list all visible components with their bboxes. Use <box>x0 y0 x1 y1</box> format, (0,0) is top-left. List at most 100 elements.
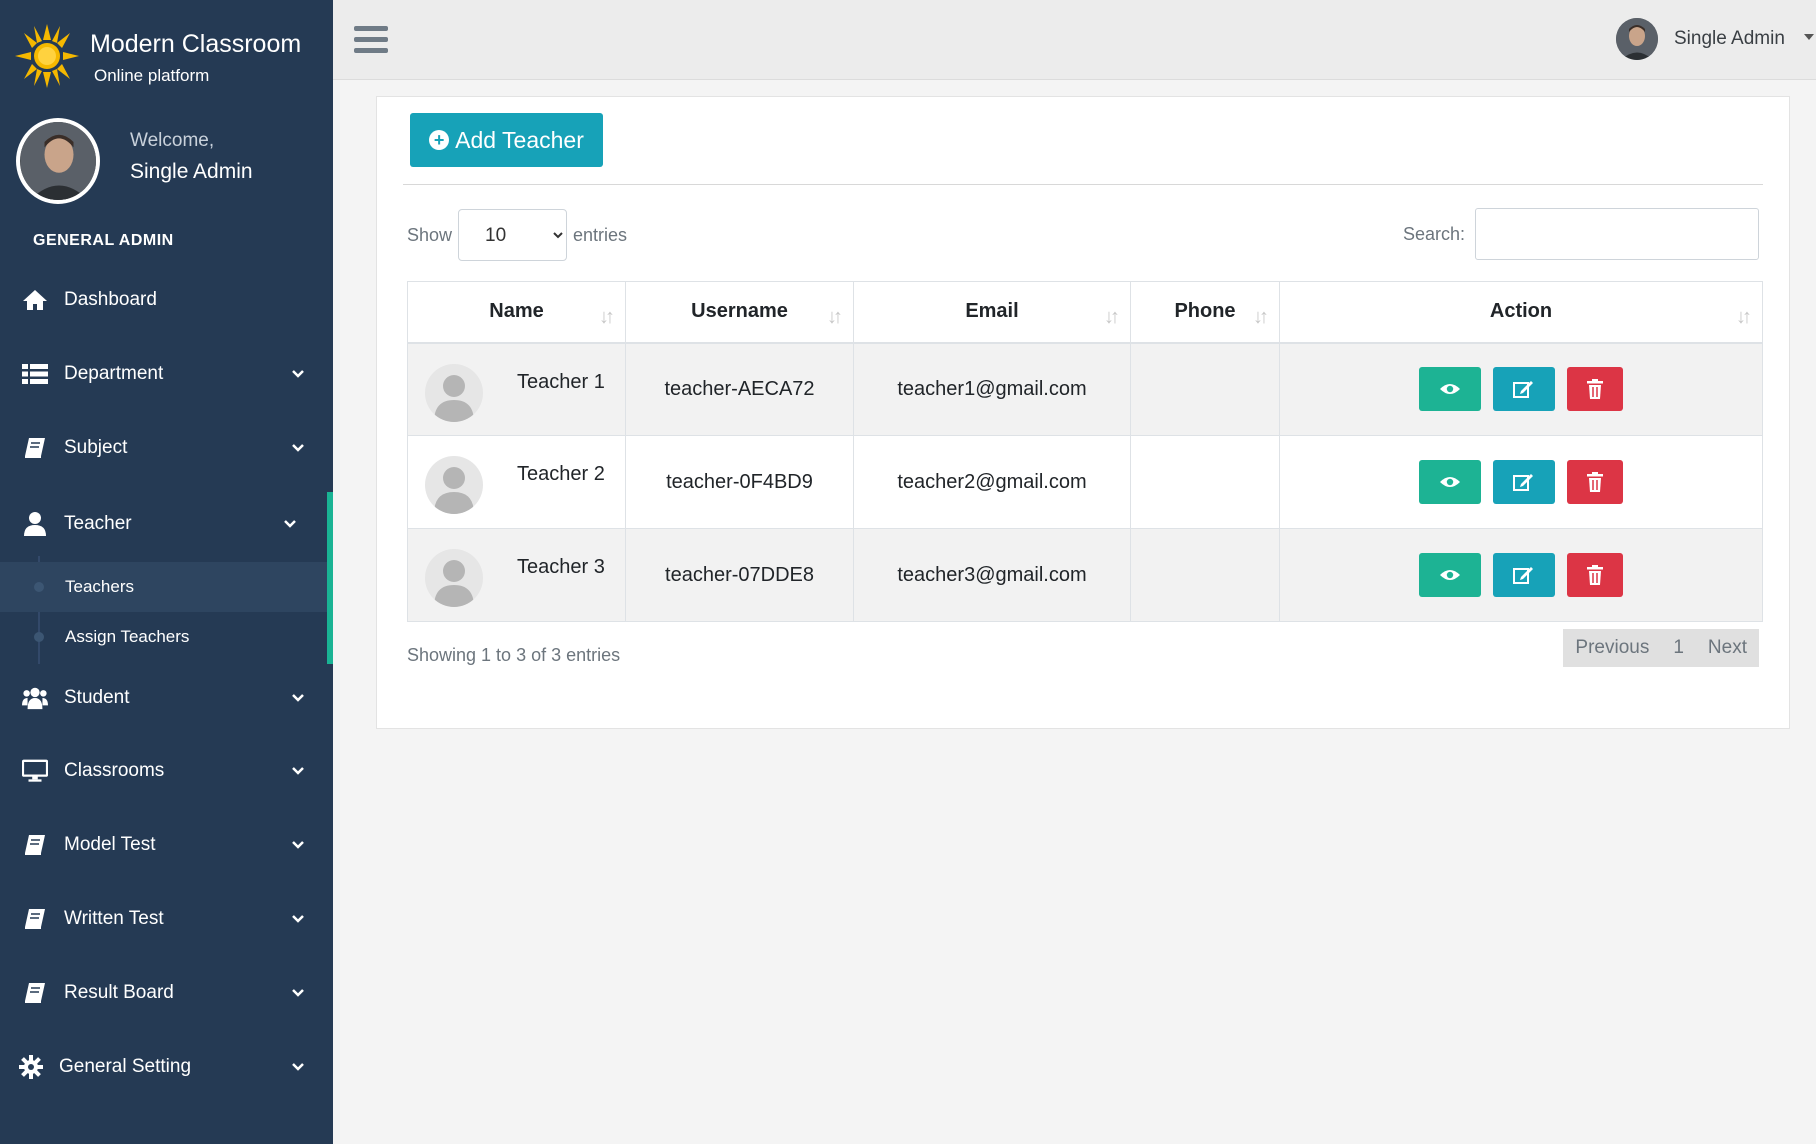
page-length-control: Show 10 entries <box>407 209 627 261</box>
edit-icon <box>1513 474 1533 491</box>
sidebar-item-label: Teacher <box>64 513 132 534</box>
table-row: Teacher 3 teacher-07DDE8 teacher3@gmail.… <box>407 528 1763 622</box>
brand-name: Modern Classroom <box>90 30 302 58</box>
menu-toggle-icon[interactable] <box>354 26 388 54</box>
page-length-select[interactable]: 10 <box>458 209 568 261</box>
column-header-username[interactable]: Username ↓↑ <box>625 281 854 344</box>
delete-button[interactable] <box>1567 553 1623 597</box>
add-teacher-button[interactable]: + Add Teacher <box>410 113 603 167</box>
user-placeholder-icon <box>425 363 483 422</box>
add-teacher-label: Add Teacher <box>455 126 584 153</box>
action-cell <box>1279 435 1763 529</box>
column-header-name[interactable]: Name ↓↑ <box>407 281 626 344</box>
column-header-action[interactable]: Action ↓↑ <box>1279 281 1763 344</box>
user-menu[interactable]: Single Admin <box>1616 18 1816 62</box>
sidebar-item-result-board[interactable]: Result Board <box>0 963 333 1023</box>
brand-tagline: Online platform <box>94 66 210 85</box>
sidebar-item-label: Dashboard <box>64 289 157 310</box>
eye-icon <box>1440 477 1460 487</box>
user-name: Single Admin <box>1674 28 1785 49</box>
table-row: Teacher 2 teacher-0F4BD9 teacher2@gmail.… <box>407 435 1763 529</box>
username-cell: teacher-07DDE8 <box>625 528 854 622</box>
sidebar-item-student[interactable]: Student <box>0 668 333 728</box>
teacher-submenu: Teachers Assign Teachers <box>0 556 333 664</box>
book-icon <box>22 436 48 460</box>
trash-icon <box>1587 472 1603 492</box>
pagination-next[interactable]: Next <box>1696 629 1759 667</box>
book-icon <box>22 981 48 1005</box>
sidebar-item-label: Model Test <box>64 834 156 855</box>
show-label: Show <box>407 224 453 245</box>
teacher-name: Teacher 1 <box>517 370 605 393</box>
sidebar-item-label: Result Board <box>64 982 174 1003</box>
edit-button[interactable] <box>1493 367 1555 412</box>
table-info: Showing 1 to 3 of 3 entries <box>407 645 621 665</box>
action-cell <box>1279 342 1763 436</box>
delete-button[interactable] <box>1567 460 1623 504</box>
name-cell: Teacher 2 <box>407 435 626 529</box>
phone-cell <box>1130 528 1280 622</box>
sidebar-item-teachers[interactable]: Teachers <box>0 562 327 612</box>
avatar <box>1616 18 1658 60</box>
sort-icon: ↓↑ <box>1253 306 1269 328</box>
users-icon <box>22 686 48 710</box>
pagination-previous[interactable]: Previous <box>1563 629 1661 667</box>
search-input[interactable] <box>1475 208 1759 260</box>
user-placeholder-icon <box>425 456 483 514</box>
chevron-down-icon <box>292 915 304 923</box>
edit-button[interactable] <box>1493 460 1555 504</box>
bullet-icon <box>34 632 44 642</box>
view-button[interactable] <box>1419 553 1481 597</box>
home-icon <box>22 288 48 312</box>
topbar: Single Admin <box>333 0 1816 80</box>
chevron-down-icon <box>292 1063 304 1071</box>
submenu-label: Assign Teachers <box>65 627 190 646</box>
book-icon <box>22 907 48 931</box>
plus-circle-icon: + <box>429 130 450 150</box>
edit-icon <box>1513 381 1533 399</box>
sidebar-item-teacher[interactable]: Teacher <box>0 492 333 556</box>
sidebar-item-general-setting[interactable]: General Setting <box>0 1037 333 1097</box>
email-cell: teacher1@gmail.com <box>853 342 1131 436</box>
sidebar-item-label: Department <box>64 363 164 384</box>
view-button[interactable] <box>1419 367 1481 412</box>
name-cell: Teacher 1 <box>407 342 626 436</box>
column-header-phone[interactable]: Phone ↓↑ <box>1130 281 1280 344</box>
sort-icon: ↓↑ <box>1104 306 1120 328</box>
view-button[interactable] <box>1419 460 1481 504</box>
sort-icon: ↓↑ <box>827 306 843 328</box>
sidebar-item-department[interactable]: Department <box>0 344 333 404</box>
eye-icon <box>1440 384 1460 395</box>
edit-button[interactable] <box>1493 553 1555 597</box>
eye-icon <box>1440 570 1460 580</box>
avatar <box>16 118 100 204</box>
username-cell: teacher-AECA72 <box>625 342 854 436</box>
column-header-email[interactable]: Email ↓↑ <box>853 281 1131 344</box>
teacher-name: Teacher 2 <box>517 463 605 485</box>
sidebar-item-model-test[interactable]: Model Test <box>0 815 333 875</box>
brand[interactable]: Modern Classroom Online platform <box>14 22 324 98</box>
bullet-icon <box>34 582 44 592</box>
sidebar-item-label: Classrooms <box>64 760 165 781</box>
sidebar-item-written-test[interactable]: Written Test <box>0 889 333 949</box>
chevron-down-icon <box>284 520 296 528</box>
sidebar-item-dashboard[interactable]: Dashboard <box>0 270 333 330</box>
sidebar-item-subject[interactable]: Subject <box>0 418 333 478</box>
delete-button[interactable] <box>1567 367 1623 412</box>
sidebar-item-label: Student <box>64 687 130 708</box>
sidebar-profile: Welcome, Single Admin <box>16 118 316 208</box>
trash-icon <box>1587 379 1603 400</box>
search-label: Search: <box>1402 223 1465 244</box>
sort-icon: ↓↑ <box>599 306 615 328</box>
sort-icon: ↓↑ <box>1736 306 1752 328</box>
chevron-down-icon <box>292 370 304 378</box>
edit-icon <box>1513 567 1533 584</box>
sidebar-item-assign-teachers[interactable]: Assign Teachers <box>0 612 327 662</box>
action-cell <box>1279 528 1763 622</box>
sun-logo-icon <box>15 24 79 88</box>
sidebar-item-classrooms[interactable]: Classrooms <box>0 741 333 801</box>
pagination-page-1[interactable]: 1 <box>1661 629 1696 667</box>
email-cell: teacher3@gmail.com <box>853 528 1131 622</box>
sidebar: Modern Classroom Online platform Welcome… <box>0 0 333 1144</box>
submenu-label: Teachers <box>65 577 134 596</box>
